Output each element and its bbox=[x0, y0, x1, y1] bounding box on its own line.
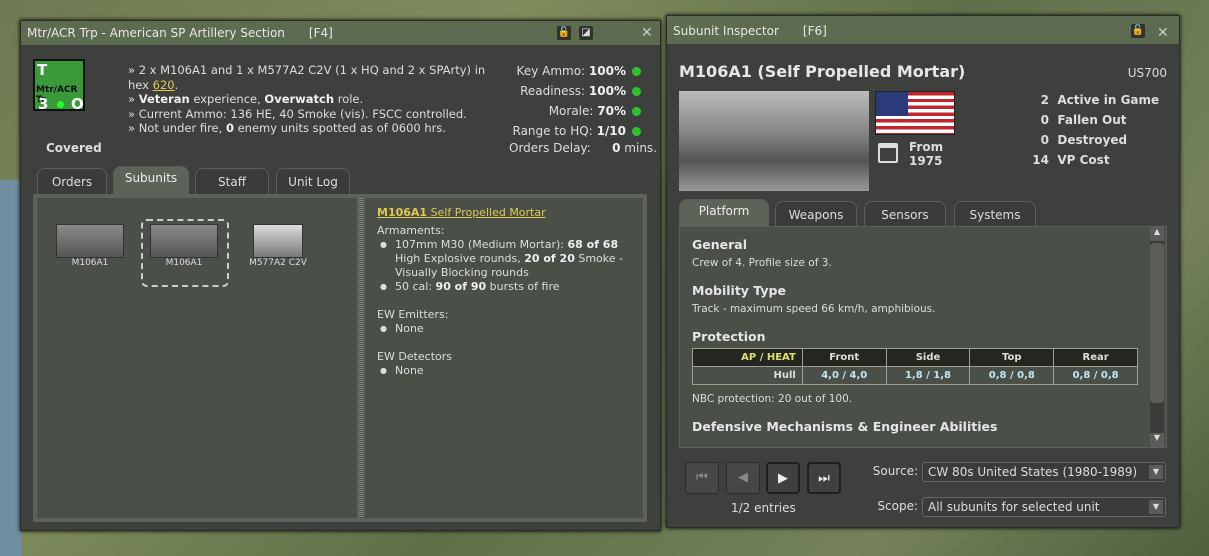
subunit-name: M106A1 (Self Propelled Mortar) bbox=[679, 62, 966, 81]
subunit-detail-title[interactable]: M106A1 Self Propelled Mortar bbox=[377, 206, 631, 220]
unit-counter[interactable]: T Mtr/ACR Tr 3 O bbox=[33, 59, 85, 113]
lock-icon[interactable]: 🔓 bbox=[557, 26, 571, 40]
tab-orders[interactable]: Orders bbox=[37, 168, 107, 194]
subunit-code: US700 bbox=[1127, 66, 1167, 80]
scroll-up-icon: ▲ bbox=[1150, 227, 1164, 241]
section-protection: Protection bbox=[692, 329, 766, 344]
scope-select[interactable]: All subunits for selected unit ▼ bbox=[922, 497, 1166, 517]
unit-window: Mtr/ACR Trp - American SP Artillery Sect… bbox=[20, 20, 661, 531]
scrollbar[interactable]: ▲ ▼ bbox=[1150, 227, 1164, 447]
subunit-detail: M106A1 Self Propelled Mortar Armaments: … bbox=[365, 198, 643, 518]
tab-sensors[interactable]: Sensors bbox=[864, 201, 946, 227]
entries-count: 1/2 entries bbox=[731, 501, 796, 515]
hex-link[interactable]: 620 bbox=[153, 78, 175, 92]
hotkey: [F6] bbox=[802, 24, 827, 38]
source-select[interactable]: CW 80s United States (1980-1989) ▼ bbox=[922, 462, 1166, 482]
counter-type: T bbox=[37, 61, 48, 79]
source-label: Source: bbox=[872, 464, 918, 478]
tab-systems[interactable]: Systems bbox=[954, 201, 1036, 227]
tab-unit-log[interactable]: Unit Log bbox=[276, 168, 350, 194]
from-date: From 1975 bbox=[909, 140, 944, 168]
subunit-item-selected[interactable]: M106A1 bbox=[141, 219, 229, 287]
splitter-handle[interactable] bbox=[359, 198, 363, 518]
stat-key-ammo: Key Ammo: 100% bbox=[491, 61, 641, 81]
calendar-icon bbox=[878, 143, 898, 163]
subunit-list: M106A1 M106A1 M577A2 C2V bbox=[37, 198, 357, 518]
close-icon[interactable]: ✕ bbox=[1157, 18, 1169, 48]
subunit-counts: 2 Active in Game 0 Fallen Out 0 Destroye… bbox=[1032, 93, 1160, 167]
tab-staff[interactable]: Staff bbox=[195, 168, 269, 194]
section-mobility: Mobility Type bbox=[692, 283, 786, 298]
map-river bbox=[0, 180, 22, 556]
lock-icon[interactable]: 🔓 bbox=[1131, 24, 1145, 38]
unit-summary: » 2 x M106A1 and 1 x M577A2 C2V (1 x HQ … bbox=[128, 63, 486, 135]
subunit-item[interactable]: M106A1 bbox=[47, 224, 133, 268]
vehicle-image bbox=[56, 224, 124, 258]
next-entry-button[interactable]: ▶ bbox=[766, 462, 800, 494]
subunit-item[interactable]: M577A2 C2V bbox=[235, 224, 321, 268]
armaments-list: 107mm M30 (Medium Mortar): 68 of 68 High… bbox=[377, 238, 631, 294]
posture-label: Covered bbox=[46, 141, 102, 155]
section-general: General bbox=[692, 237, 747, 252]
protection-table: AP / HEAT Front Side Top Rear Hull 4,0 / 4,0 1… bbox=[692, 348, 1138, 385]
first-entry-button[interactable]: ⏮ bbox=[685, 462, 719, 494]
vehicle-image bbox=[253, 224, 303, 258]
chevron-down-icon: ▼ bbox=[1149, 500, 1163, 514]
us-flag-icon bbox=[875, 91, 955, 135]
title-bar[interactable]: Mtr/ACR Trp - American SP Artillery Sect… bbox=[21, 21, 660, 45]
vehicle-photo bbox=[679, 91, 869, 191]
tab-subunits[interactable]: Subunits bbox=[113, 166, 189, 194]
tab-platform[interactable]: Platform bbox=[679, 199, 769, 227]
subunits-panel: M106A1 M106A1 M577A2 C2V M106A1 Self Pro… bbox=[33, 194, 647, 522]
stat-morale: Morale: 70% bbox=[491, 101, 641, 121]
scroll-down-icon: ▼ bbox=[1150, 433, 1164, 447]
platform-panel: General Crew of 4. Profile size of 3. Mo… bbox=[679, 226, 1167, 448]
close-icon[interactable]: ✕ bbox=[641, 21, 653, 45]
scope-label: Scope: bbox=[877, 499, 918, 513]
chevron-down-icon: ▼ bbox=[1149, 465, 1163, 479]
orders-delay: Orders Delay: 0 mins. bbox=[509, 141, 657, 155]
last-entry-button[interactable]: ⏭ bbox=[807, 462, 841, 494]
counter-strength: 3 bbox=[38, 95, 49, 113]
tab-weapons[interactable]: Weapons bbox=[775, 201, 857, 227]
subunit-inspector-window: Subunit Inspector [F6] 🔓 ✕ M106A1 (Self P… bbox=[666, 15, 1180, 528]
title-bar[interactable]: Subunit Inspector [F6] 🔓 ✕ bbox=[667, 16, 1179, 44]
scroll-thumb bbox=[1150, 243, 1164, 403]
window-title: Subunit Inspector bbox=[673, 24, 779, 38]
unit-stats: Key Ammo: 100% Readiness: 100% Morale: 7… bbox=[491, 61, 641, 141]
window-title: Mtr/ACR Trp - American SP Artillery Sect… bbox=[27, 26, 285, 40]
prev-entry-button[interactable]: ◀ bbox=[726, 462, 760, 494]
stat-range-hq: Range to HQ: 1/10 bbox=[491, 121, 641, 141]
hotkey: [F4] bbox=[308, 26, 333, 40]
maximize-icon[interactable]: ◪ bbox=[579, 26, 593, 40]
stat-readiness: Readiness: 100% bbox=[491, 81, 641, 101]
status-dot bbox=[57, 101, 64, 108]
section-defensive: Defensive Mechanisms & Engineer Abilitie… bbox=[692, 419, 998, 434]
counter-order: O bbox=[71, 95, 84, 113]
